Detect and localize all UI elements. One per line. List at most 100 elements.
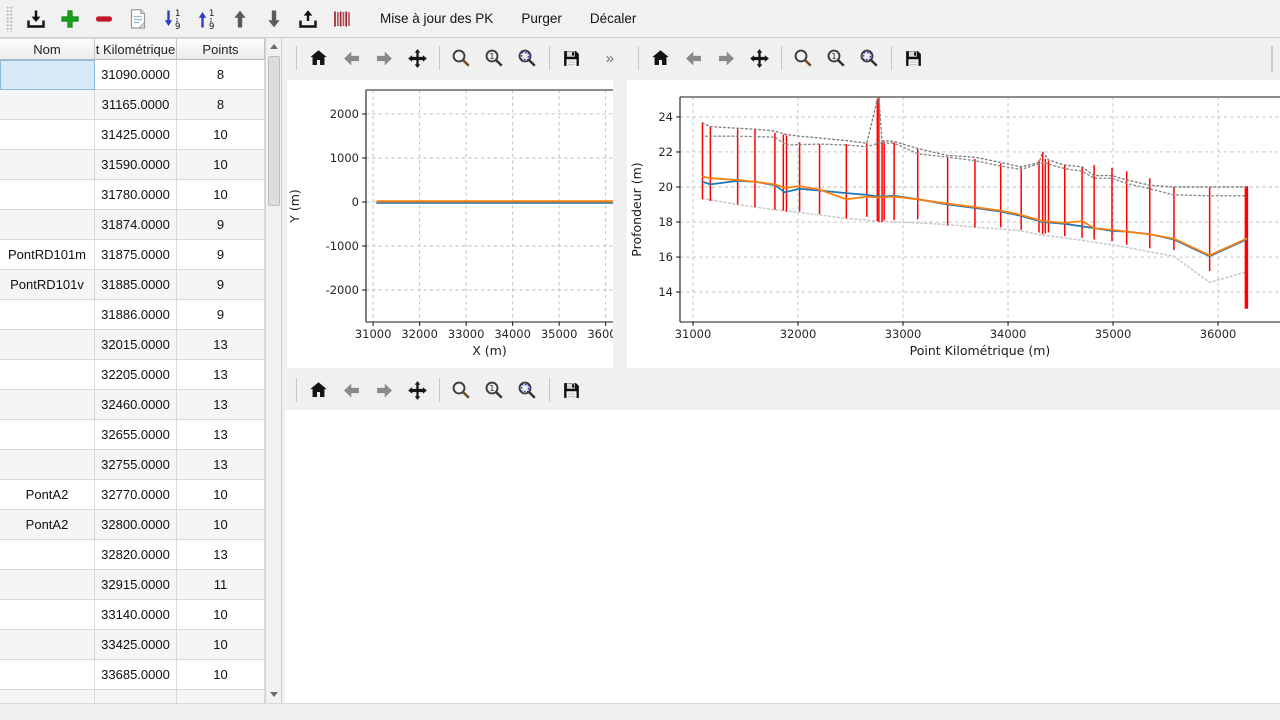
column-header-points[interactable]: Points [177,38,265,60]
cell-nom[interactable] [0,570,95,600]
home-button[interactable] [647,44,674,72]
zoom-button[interactable] [448,376,475,404]
import-button[interactable] [22,5,49,33]
scroll-down-button[interactable] [267,686,281,702]
cell-nom[interactable] [0,150,95,180]
back-button[interactable] [338,44,365,72]
zoom-region-button[interactable] [514,44,541,72]
cell-points[interactable]: 8 [177,90,265,120]
toolbar-overflow-chevron[interactable]: » [606,50,614,67]
cell-nom[interactable] [0,600,95,630]
cell-points[interactable]: 9 [177,240,265,270]
cell-points[interactable]: 13 [177,420,265,450]
cell-nom[interactable] [0,360,95,390]
cell-points[interactable]: 9 [177,270,265,300]
cell-nom[interactable]: PontRD101v [0,270,95,300]
forward-button[interactable] [371,376,398,404]
cell-pk[interactable]: 32755.0000 [95,450,177,480]
column-header-point-kilometrique[interactable]: t Kilométrique [95,38,177,60]
cell-nom[interactable] [0,60,95,90]
home-button[interactable] [305,44,332,72]
xy-plot-figure[interactable]: 310003200033000340003500036000-2000-1000… [287,80,613,368]
cell-pk[interactable]: 31874.0000 [95,210,177,240]
forward-button[interactable] [371,44,398,72]
sort-ascending-button[interactable]: 19 [192,5,219,33]
update-profiles-button[interactable] [328,5,355,33]
cell-points[interactable]: 10 [177,630,265,660]
cell-points[interactable]: 10 [177,510,265,540]
cell-nom[interactable] [0,540,95,570]
cell-pk[interactable]: 31875.0000 [95,240,177,270]
pan-button[interactable] [404,376,431,404]
save-button[interactable] [900,44,927,72]
cell-points[interactable]: 13 [177,390,265,420]
table-scrollbar[interactable] [265,38,281,703]
back-button[interactable] [680,44,707,72]
cell-pk[interactable]: 33140.0000 [95,600,177,630]
cell-points[interactable]: 10 [177,660,265,690]
forward-button[interactable] [713,44,740,72]
add-button[interactable] [56,5,83,33]
remove-button[interactable] [90,5,117,33]
cell-points[interactable]: 11 [177,570,265,600]
cell-pk[interactable]: 31425.0000 [95,120,177,150]
export-button[interactable] [294,5,321,33]
cell-pk[interactable]: 31885.0000 [95,270,177,300]
cell-nom[interactable]: PontA2 [0,480,95,510]
cell-nom[interactable] [0,90,95,120]
zoom-one-button[interactable]: 1 [481,44,508,72]
move-down-button[interactable] [260,5,287,33]
cell-pk[interactable]: 31886.0000 [95,300,177,330]
purge-button[interactable]: Purger [513,5,570,32]
update-pk-button[interactable]: Mise à jour des PK [372,5,501,32]
cell-pk[interactable]: 33425.0000 [95,630,177,660]
cell-nom[interactable] [0,120,95,150]
cell-points[interactable]: 10 [177,120,265,150]
cell-pk[interactable]: 33685.0000 [95,660,177,690]
cell-points[interactable]: 8 [177,60,265,90]
toolbar-grip[interactable] [6,6,13,32]
cell-pk[interactable]: 32800.0000 [95,510,177,540]
cell-nom[interactable] [0,210,95,240]
profile-plot-figure[interactable]: 3100032000330003400035000360001416182022… [627,80,1280,368]
cell-nom[interactable]: PontA2 [0,510,95,540]
cell-pk[interactable]: 31590.0000 [95,150,177,180]
bottom-plot-canvas[interactable] [285,410,1280,703]
column-header-nom[interactable]: Nom [0,38,95,60]
cell-pk[interactable]: 32205.0000 [95,360,177,390]
cell-empty[interactable] [0,690,95,703]
cell-pk[interactable]: 31090.0000 [95,60,177,90]
pan-button[interactable] [404,44,431,72]
cell-points[interactable]: 9 [177,300,265,330]
cell-nom[interactable] [0,660,95,690]
save-button[interactable] [558,376,585,404]
cell-nom[interactable] [0,450,95,480]
cell-points[interactable]: 13 [177,360,265,390]
cell-points[interactable]: 9 [177,210,265,240]
cell-pk[interactable]: 32460.0000 [95,390,177,420]
zoom-region-button[interactable] [856,44,883,72]
cell-empty[interactable] [177,690,265,703]
cell-nom[interactable] [0,300,95,330]
shift-button[interactable]: Décaler [582,5,645,32]
zoom-region-button[interactable] [514,376,541,404]
cell-points[interactable]: 13 [177,450,265,480]
cell-nom[interactable]: PontRD101m [0,240,95,270]
home-button[interactable] [305,376,332,404]
move-up-button[interactable] [226,5,253,33]
cell-pk[interactable]: 31780.0000 [95,180,177,210]
cell-nom[interactable] [0,420,95,450]
cell-empty[interactable] [95,690,177,703]
cell-points[interactable]: 10 [177,150,265,180]
cell-points[interactable]: 10 [177,480,265,510]
new-document-button[interactable] [124,5,151,33]
zoom-button[interactable] [790,44,817,72]
back-button[interactable] [338,376,365,404]
cell-points[interactable]: 10 [177,600,265,630]
cell-points[interactable]: 13 [177,330,265,360]
xy-chart[interactable]: 310003200033000340003500036000-2000-1000… [287,80,613,368]
cell-pk[interactable]: 32770.0000 [95,480,177,510]
cell-points[interactable]: 13 [177,540,265,570]
profile-chart[interactable]: 3100032000330003400035000360001416182022… [627,80,1280,368]
cell-points[interactable]: 10 [177,180,265,210]
